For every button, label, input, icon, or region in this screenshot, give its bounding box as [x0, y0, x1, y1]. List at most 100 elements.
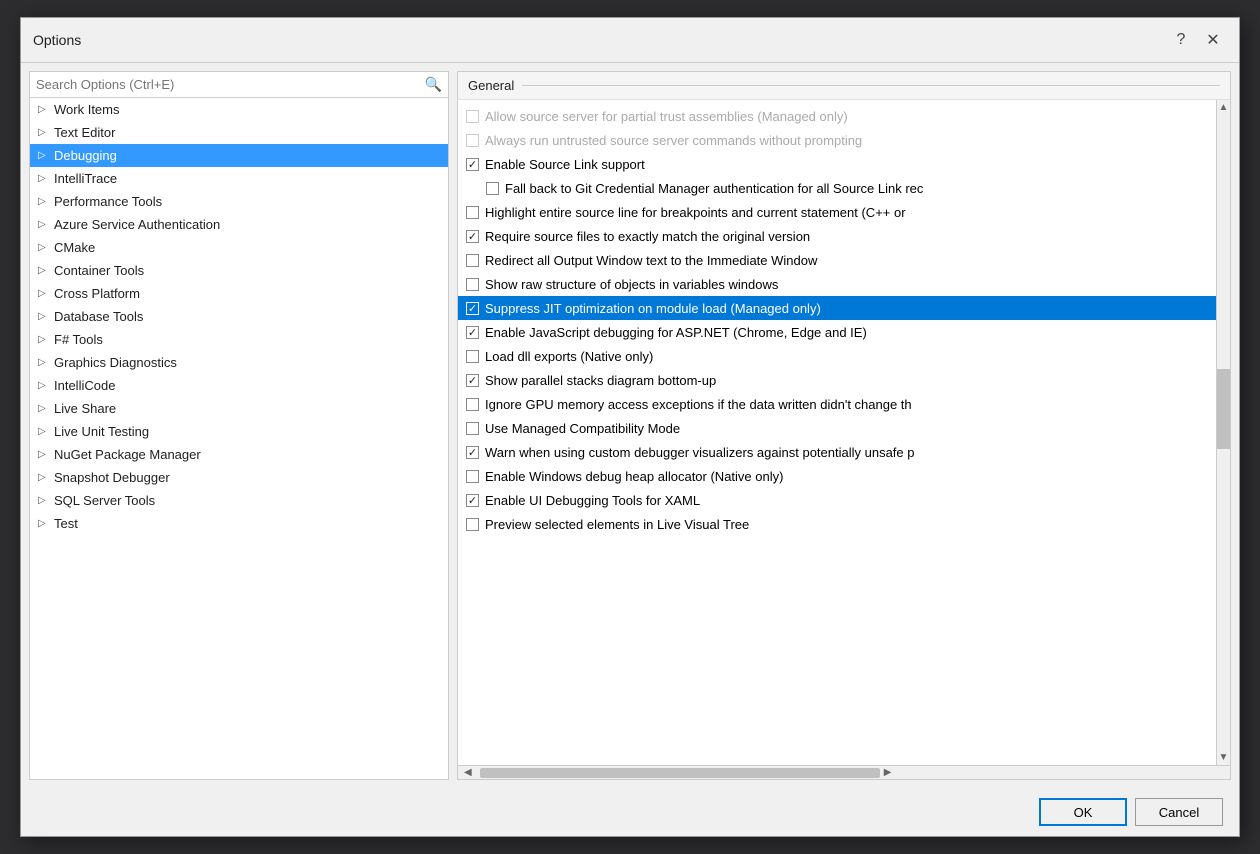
hscroll-left-arrow[interactable]: ◀: [460, 767, 476, 778]
option-item-opt16[interactable]: Enable Windows debug heap allocator (Nat…: [458, 464, 1216, 488]
checkbox-wrap-opt14: Use Managed Compatibility Mode: [466, 421, 680, 436]
tree-label-live-unit-testing: Live Unit Testing: [54, 424, 440, 439]
tree-item-work-items[interactable]: ▷Work Items: [30, 98, 448, 121]
tree-item-test[interactable]: ▷Test: [30, 512, 448, 535]
search-bar: 🔍: [30, 72, 448, 98]
option-item-opt8[interactable]: Show raw structure of objects in variabl…: [458, 272, 1216, 296]
option-item-opt10[interactable]: ✓Enable JavaScript debugging for ASP.NET…: [458, 320, 1216, 344]
option-label-opt13: Ignore GPU memory access exceptions if t…: [485, 397, 912, 412]
help-button[interactable]: ?: [1167, 26, 1195, 54]
dialog-footer: OK Cancel: [21, 788, 1239, 836]
tree-label-graphics-diagnostics: Graphics Diagnostics: [54, 355, 440, 370]
option-label-opt6: Require source files to exactly match th…: [485, 229, 810, 244]
tree-item-live-share[interactable]: ▷Live Share: [30, 397, 448, 420]
option-label-opt14: Use Managed Compatibility Mode: [485, 421, 680, 436]
options-and-scroll: Allow source server for partial trust as…: [458, 100, 1230, 765]
titlebar-buttons: ? ✕: [1167, 26, 1227, 54]
tree-item-live-unit-testing[interactable]: ▷Live Unit Testing: [30, 420, 448, 443]
checkbox-opt4[interactable]: [486, 182, 499, 195]
tree-arrow-azure-service-auth: ▷: [38, 219, 54, 230]
checkbox-wrap-opt4: Fall back to Git Credential Manager auth…: [486, 181, 923, 196]
tree-label-container-tools: Container Tools: [54, 263, 440, 278]
tree-arrow-fsharp-tools: ▷: [38, 334, 54, 345]
tree-item-cmake[interactable]: ▷CMake: [30, 236, 448, 259]
checkbox-opt13[interactable]: [466, 398, 479, 411]
option-item-opt4[interactable]: Fall back to Git Credential Manager auth…: [458, 176, 1216, 200]
checkbox-opt10[interactable]: ✓: [466, 326, 479, 339]
checkbox-opt18[interactable]: [466, 518, 479, 531]
tree-item-intellitrace[interactable]: ▷IntelliTrace: [30, 167, 448, 190]
option-item-opt2[interactable]: Always run untrusted source server comma…: [458, 128, 1216, 152]
tree-item-graphics-diagnostics[interactable]: ▷Graphics Diagnostics: [30, 351, 448, 374]
tree-arrow-live-unit-testing: ▷: [38, 426, 54, 437]
hscroll-thumb[interactable]: [480, 768, 880, 778]
checkbox-wrap-opt16: Enable Windows debug heap allocator (Nat…: [466, 469, 783, 484]
scroll-down-arrow[interactable]: ▼: [1217, 750, 1230, 765]
checkbox-wrap-opt13: Ignore GPU memory access exceptions if t…: [466, 397, 912, 412]
tree-arrow-snapshot-debugger: ▷: [38, 472, 54, 483]
option-item-opt13[interactable]: Ignore GPU memory access exceptions if t…: [458, 392, 1216, 416]
checkbox-opt9[interactable]: ✓: [466, 302, 479, 315]
close-button[interactable]: ✕: [1199, 26, 1227, 54]
tree-label-debugging: Debugging: [54, 148, 440, 163]
checkbox-opt15[interactable]: ✓: [466, 446, 479, 459]
checkbox-opt5[interactable]: [466, 206, 479, 219]
tree-item-cross-platform[interactable]: ▷Cross Platform: [30, 282, 448, 305]
option-item-opt17[interactable]: ✓Enable UI Debugging Tools for XAML: [458, 488, 1216, 512]
checkbox-opt7[interactable]: [466, 254, 479, 267]
tree-item-database-tools[interactable]: ▷Database Tools: [30, 305, 448, 328]
checkbox-opt16[interactable]: [466, 470, 479, 483]
option-item-opt7[interactable]: Redirect all Output Window text to the I…: [458, 248, 1216, 272]
search-input[interactable]: [36, 77, 425, 92]
tree-arrow-intellitrace: ▷: [38, 173, 54, 184]
tree-arrow-intellicode: ▷: [38, 380, 54, 391]
option-item-opt1[interactable]: Allow source server for partial trust as…: [458, 104, 1216, 128]
tree-item-intellicode[interactable]: ▷IntelliCode: [30, 374, 448, 397]
tree-item-performance-tools[interactable]: ▷Performance Tools: [30, 190, 448, 213]
tree-item-text-editor[interactable]: ▷Text Editor: [30, 121, 448, 144]
cancel-button[interactable]: Cancel: [1135, 798, 1223, 826]
tree-arrow-graphics-diagnostics: ▷: [38, 357, 54, 368]
option-label-opt4: Fall back to Git Credential Manager auth…: [505, 181, 923, 196]
option-label-opt3: Enable Source Link support: [485, 157, 645, 172]
scroll-thumb[interactable]: [1217, 369, 1230, 449]
scroll-up-arrow[interactable]: ▲: [1217, 100, 1230, 115]
checkbox-opt8[interactable]: [466, 278, 479, 291]
tree-item-sql-server-tools[interactable]: ▷SQL Server Tools: [30, 489, 448, 512]
checkbox-opt14[interactable]: [466, 422, 479, 435]
checkbox-wrap-opt6: ✓ Require source files to exactly match t…: [466, 229, 810, 244]
option-item-opt14[interactable]: Use Managed Compatibility Mode: [458, 416, 1216, 440]
tree-item-fsharp-tools[interactable]: ▷F# Tools: [30, 328, 448, 351]
checkbox-wrap-opt8: Show raw structure of objects in variabl…: [466, 277, 778, 292]
checkbox-opt2[interactable]: [466, 134, 479, 147]
checkbox-opt6[interactable]: ✓: [466, 230, 479, 243]
ok-button[interactable]: OK: [1039, 798, 1127, 826]
checkbox-opt12[interactable]: ✓: [466, 374, 479, 387]
tree-arrow-cross-platform: ▷: [38, 288, 54, 299]
checkbox-opt11[interactable]: [466, 350, 479, 363]
tree-item-snapshot-debugger[interactable]: ▷Snapshot Debugger: [30, 466, 448, 489]
tree-item-container-tools[interactable]: ▷Container Tools: [30, 259, 448, 282]
right-scrollbar[interactable]: ▲ ▼: [1216, 100, 1230, 765]
tree-item-nuget-package-manager[interactable]: ▷NuGet Package Manager: [30, 443, 448, 466]
horizontal-scrollbar[interactable]: ◀ ▶: [458, 765, 1230, 779]
option-item-opt6[interactable]: ✓ Require source files to exactly match t…: [458, 224, 1216, 248]
option-item-opt3[interactable]: ✓ Enable Source Link support: [458, 152, 1216, 176]
checkmark-opt15: ✓: [468, 446, 477, 459]
option-item-opt11[interactable]: Load dll exports (Native only): [458, 344, 1216, 368]
checkbox-opt17[interactable]: ✓: [466, 494, 479, 507]
hscroll-right-arrow[interactable]: ▶: [880, 767, 896, 778]
tree-label-intellicode: IntelliCode: [54, 378, 440, 393]
tree-item-debugging[interactable]: ▷Debugging: [30, 144, 448, 167]
tree-item-azure-service-auth[interactable]: ▷Azure Service Authentication: [30, 213, 448, 236]
tree-label-cmake: CMake: [54, 240, 440, 255]
option-item-opt12[interactable]: ✓ Show parallel stacks diagram bottom-up: [458, 368, 1216, 392]
option-item-opt5[interactable]: Highlight entire source line for breakpo…: [458, 200, 1216, 224]
checkbox-opt1[interactable]: [466, 110, 479, 123]
option-item-opt15[interactable]: ✓Warn when using custom debugger visuali…: [458, 440, 1216, 464]
option-item-opt9[interactable]: ✓Suppress JIT optimization on module loa…: [458, 296, 1216, 320]
option-item-opt18[interactable]: Preview selected elements in Live Visual…: [458, 512, 1216, 536]
option-label-opt8: Show raw structure of objects in variabl…: [485, 277, 778, 292]
checkbox-opt3[interactable]: ✓: [466, 158, 479, 171]
option-label-opt12: Show parallel stacks diagram bottom-up: [485, 373, 716, 388]
